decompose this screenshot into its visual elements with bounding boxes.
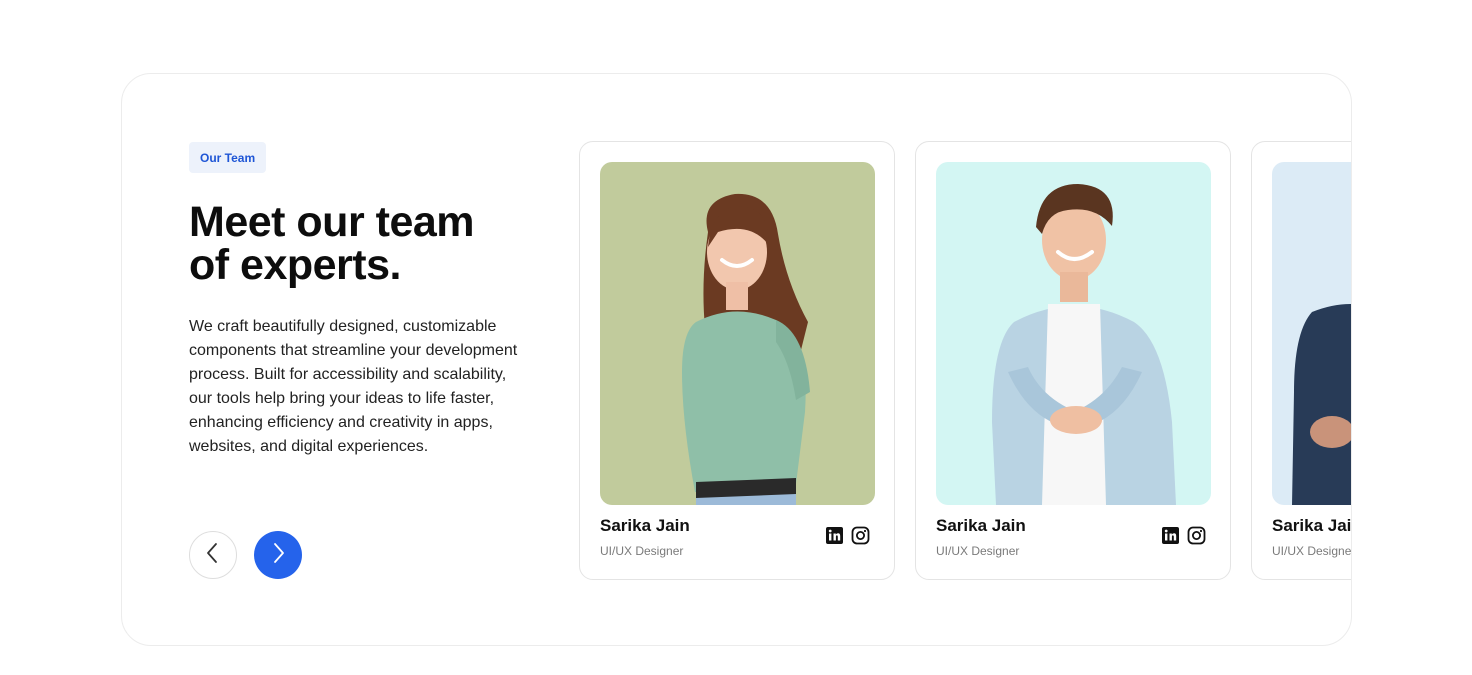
carousel-prev-button[interactable] [189,531,237,579]
team-member-card: Sarika Jain UI/UX Designer [915,141,1231,580]
section-title: Meet our team of experts. [189,198,475,289]
member-name: Sarika Jain [600,516,690,535]
social-links [1161,526,1206,545]
team-intro: Our Team Meet our team of experts. We cr… [189,142,519,459]
team-section-card: Our Team Meet our team of experts. We cr… [121,73,1352,646]
member-role: UI/UX Designer [936,544,1020,558]
section-description: We craft beautifully designed, customiza… [189,318,518,455]
member-name: Sarika Jain [1272,516,1352,535]
team-member-card: Sarika Jain UI/UX Designer [1251,141,1352,580]
member-photo [936,162,1211,505]
member-photo [600,162,875,505]
chevron-right-icon [269,541,287,570]
linkedin-icon[interactable] [825,526,844,545]
instagram-icon[interactable] [851,526,870,545]
instagram-icon[interactable] [1187,526,1206,545]
member-role: UI/UX Designer [600,544,684,558]
social-links [825,526,870,545]
member-name: Sarika Jain [936,516,1026,535]
carousel-next-button[interactable] [254,531,302,579]
section-badge: Our Team [189,142,267,173]
member-photo [1272,162,1351,505]
team-member-card: Sarika Jain UI/UX Designer [579,141,895,580]
team-carousel[interactable]: Sarika Jain UI/UX Designer Sarika Jain U… [579,141,1352,580]
chevron-left-icon [204,541,222,570]
member-role: UI/UX Designer [1272,544,1352,558]
linkedin-icon[interactable] [1161,526,1180,545]
